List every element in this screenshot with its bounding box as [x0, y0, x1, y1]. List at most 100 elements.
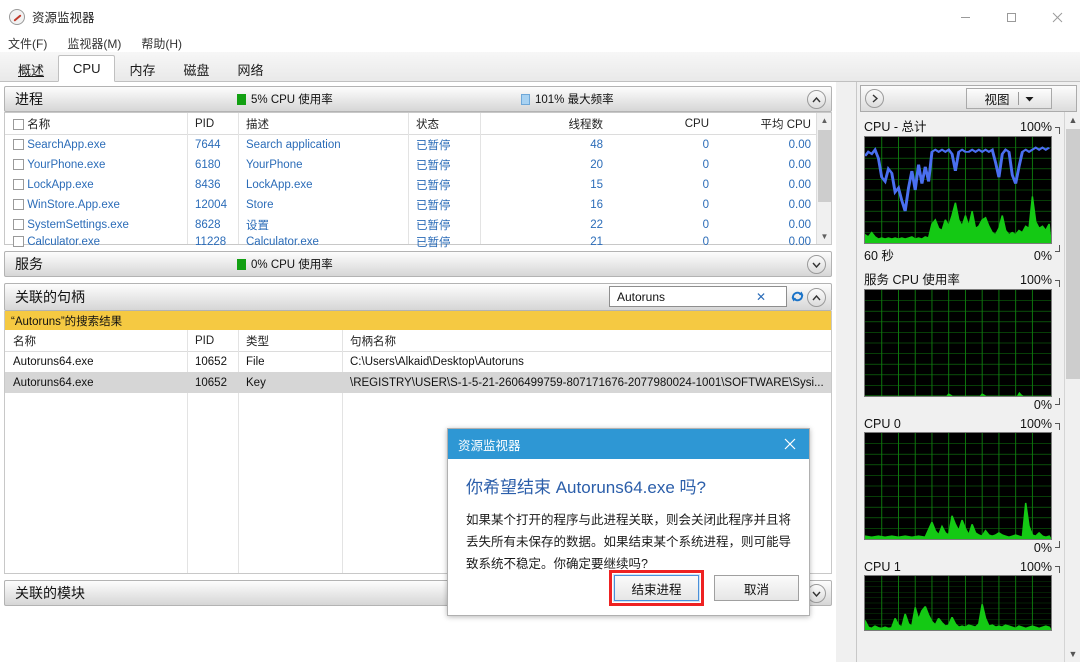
graph-cpu-total: CPU - 总计 100% — [860, 115, 1062, 268]
handle-type: Key — [246, 377, 266, 389]
clear-x-icon[interactable]: ✕ — [753, 290, 769, 304]
col-header-handle-type[interactable]: 类型 — [246, 333, 269, 349]
row-checkbox[interactable] — [13, 179, 24, 190]
row-checkbox[interactable] — [13, 219, 24, 230]
row-checkbox[interactable] — [13, 199, 24, 210]
table-row[interactable]: YourPhone.exe 6180 YourPhone 已暂停 20 0 0.… — [5, 155, 831, 175]
view-button[interactable]: 视图 — [966, 88, 1052, 109]
col-header-name[interactable]: 名称 — [13, 116, 50, 132]
axis-tick-bottom — [1055, 245, 1060, 252]
menu-monitor[interactable]: 监视器(M) — [67, 35, 121, 52]
refresh-icon[interactable] — [788, 287, 806, 306]
scroll-down-arrow[interactable]: ▼ — [817, 229, 832, 244]
search-input[interactable] — [615, 289, 753, 305]
handles-collapse-chevron-up-icon[interactable] — [807, 288, 826, 307]
graph-cpu-0-label: CPU 0 100% — [860, 416, 1062, 432]
confirm-button-highlight: 结束进程 — [609, 570, 704, 606]
graph-service-cpu: 服务 CPU 使用率 100% — [860, 268, 1062, 416]
table-row[interactable]: LockApp.exe 8436 LockApp.exe 已暂停 15 0 0.… — [5, 175, 831, 195]
scrollbar-thumb[interactable] — [818, 130, 831, 202]
dialog-close-icon[interactable] — [771, 429, 809, 459]
handle-name: Autoruns64.exe — [13, 356, 94, 368]
col-header-cpu[interactable]: CPU — [615, 118, 709, 130]
maximize-icon[interactable] — [988, 0, 1034, 34]
processes-title: 进程 — [5, 89, 43, 109]
processes-freq-text: 101% 最大频率 — [535, 91, 614, 107]
table-row[interactable]: Autoruns64.exe 10652 File C:\Users\Alkai… — [5, 352, 831, 372]
col-header-threads[interactable]: 线程数 — [505, 116, 603, 132]
tab-disk[interactable]: 磁盘 — [169, 57, 223, 81]
select-all-checkbox[interactable] — [13, 119, 24, 130]
process-avg-cpu: 0.00 — [711, 179, 811, 191]
handles-title: 关联的句柄 — [5, 287, 85, 307]
table-row[interactable]: Calculator.exe 11228 Calculator.exe 已暂停 … — [5, 235, 831, 248]
col-header-handle-name[interactable]: 名称 — [13, 333, 36, 349]
table-row[interactable]: SystemSettings.exe 8628 设置 已暂停 22 0 0.00 — [5, 215, 831, 235]
scroll-up-arrow[interactable]: ▲ — [817, 113, 832, 128]
handle-path: C:\Users\Alkaid\Desktop\Autoruns — [350, 356, 524, 368]
col-header-handle-pid[interactable]: PID — [195, 335, 214, 347]
process-desc: Calculator.exe — [246, 236, 319, 248]
dialog-title-bar: 资源监视器 — [448, 429, 809, 459]
dialog-footer: 结束进程 取消 — [609, 570, 799, 606]
axis-tick-bottom — [1055, 398, 1060, 405]
graph-cpu-0-footer: 0% — [860, 540, 1062, 556]
menu-help[interactable]: 帮助(H) — [141, 35, 182, 52]
graph-max-value: 100% — [1020, 273, 1052, 287]
process-cpu: 0 — [615, 139, 709, 151]
services-cpu-meter: 0% CPU 使用率 — [237, 256, 333, 272]
graph-max-value: 100% — [1020, 560, 1052, 574]
tab-network[interactable]: 网络 — [224, 57, 278, 81]
view-button-label: 视图 — [984, 89, 1009, 108]
tab-cpu[interactable]: CPU — [58, 55, 115, 82]
modules-title: 关联的模块 — [5, 583, 85, 603]
graph-list: CPU - 总计 100% — [860, 115, 1062, 660]
scroll-down-arrow[interactable]: ▼ — [1065, 646, 1080, 662]
services-section-header[interactable]: 服务 0% CPU 使用率 — [4, 251, 832, 277]
table-row[interactable]: WinStore.App.exe 12004 Store 已暂停 16 0 0.… — [5, 195, 831, 215]
window-controls — [942, 0, 1080, 34]
graph-max-value: 100% — [1020, 120, 1052, 134]
handle-search-box[interactable]: ✕ — [609, 286, 787, 307]
graph-cpu-1: CPU 1 100% — [860, 559, 1062, 634]
cpu-usage-swatch — [237, 259, 246, 270]
services-expand-chevron-down-icon[interactable] — [807, 255, 826, 274]
scroll-up-arrow[interactable]: ▲ — [1065, 112, 1080, 128]
col-header-desc[interactable]: 描述 — [246, 116, 269, 132]
table-row[interactable]: Autoruns64.exe 10652 Key \REGISTRY\USER\… — [5, 372, 831, 393]
minimize-icon[interactable] — [942, 0, 988, 34]
process-cpu: 0 — [615, 236, 709, 248]
processes-cpu-meter: 5% CPU 使用率 — [237, 91, 333, 107]
processes-collapse-chevron-up-icon[interactable] — [807, 90, 826, 109]
col-header-handle-path[interactable]: 句柄名称 — [350, 333, 396, 349]
table-row[interactable]: SearchApp.exe 7644 Search application 已暂… — [5, 135, 831, 155]
row-checkbox[interactable] — [13, 159, 24, 170]
end-process-button[interactable]: 结束进程 — [614, 575, 699, 601]
col-header-status[interactable]: 状态 — [416, 116, 439, 132]
resource-monitor-icon — [9, 9, 25, 25]
handles-section-header[interactable]: 关联的句柄 ✕ — [4, 283, 832, 311]
processes-section-header[interactable]: 进程 5% CPU 使用率 101% 最大频率 — [4, 86, 832, 112]
handle-path: \REGISTRY\USER\S-1-5-21-2606499759-80717… — [350, 377, 824, 389]
col-header-pid[interactable]: PID — [195, 118, 214, 130]
axis-tick-top — [1055, 280, 1060, 287]
graph-panel-scrollbar[interactable]: ▲ ▼ — [1064, 112, 1080, 662]
process-avg-cpu: 0.00 — [711, 199, 811, 211]
services-cpu-text: 0% CPU 使用率 — [251, 256, 333, 272]
tab-overview[interactable]: 概述 — [4, 57, 58, 81]
process-desc: Store — [246, 199, 274, 211]
scrollbar-thumb[interactable] — [1066, 129, 1080, 379]
process-threads: 22 — [505, 219, 603, 231]
close-icon[interactable] — [1034, 0, 1080, 34]
row-checkbox[interactable] — [13, 139, 24, 150]
row-checkbox[interactable] — [13, 236, 24, 247]
menu-file[interactable]: 文件(F) — [8, 35, 47, 52]
processes-scrollbar[interactable]: ▲ ▼ — [816, 113, 831, 244]
tab-memory[interactable]: 内存 — [115, 57, 169, 81]
col-header-avg-cpu[interactable]: 平均 CPU — [711, 116, 811, 132]
process-threads: 15 — [505, 179, 603, 191]
cancel-button[interactable]: 取消 — [714, 575, 799, 601]
process-cpu: 0 — [615, 199, 709, 211]
panel-expand-chevron-right-icon[interactable] — [865, 89, 884, 108]
menu-bar: 文件(F) 监视器(M) 帮助(H) — [0, 34, 1080, 52]
